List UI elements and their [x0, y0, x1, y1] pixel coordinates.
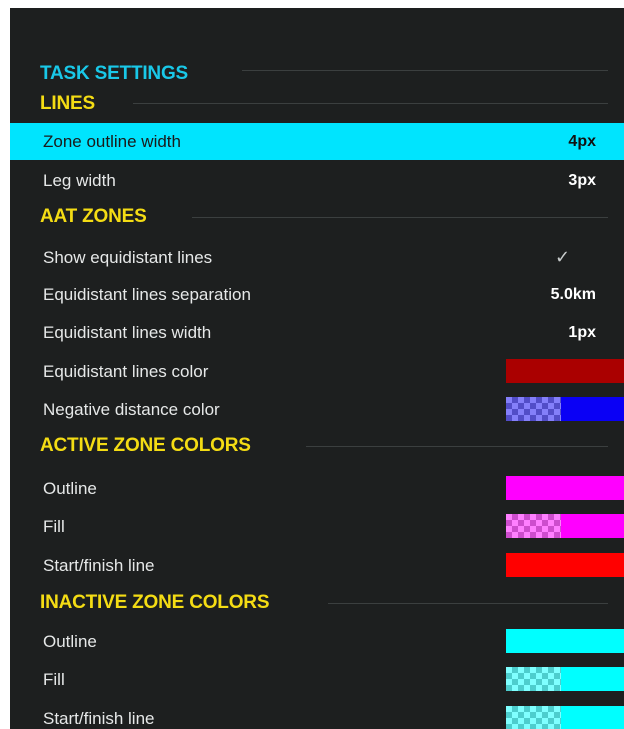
solid-color-preview — [561, 667, 624, 691]
section-header-lines: LINES — [40, 93, 95, 114]
aat-zones-divider — [192, 217, 608, 218]
setting-label: Start/finish line — [43, 556, 155, 575]
color-swatch[interactable] — [506, 553, 624, 577]
setting-row-active-outline[interactable]: Outline — [10, 470, 624, 507]
setting-row-equidistant-lines-width[interactable]: Equidistant lines width 1px — [10, 314, 624, 351]
setting-label: Leg width — [43, 171, 116, 190]
color-swatch[interactable] — [506, 397, 624, 421]
setting-label: Fill — [43, 670, 65, 689]
solid-color-preview — [561, 514, 624, 538]
setting-row-zone-outline-width[interactable]: Zone outline width 4px — [10, 123, 624, 160]
setting-value: 3px — [568, 172, 596, 189]
setting-label: Show equidistant lines — [43, 248, 213, 267]
section-header-inactive-zone-colors: INACTIVE ZONE COLORS — [40, 592, 270, 613]
task-settings-panel: TASK SETTINGS LINES Zone outline width 4… — [10, 8, 624, 729]
title-divider — [242, 70, 608, 71]
setting-value: 1px — [568, 324, 596, 341]
color-swatch[interactable] — [506, 706, 624, 729]
color-swatch[interactable] — [506, 476, 624, 500]
setting-label: Fill — [43, 517, 65, 536]
setting-row-equidistant-lines-separation[interactable]: Equidistant lines separation 5.0km — [10, 276, 624, 313]
setting-row-negative-distance-color[interactable]: Negative distance color — [10, 391, 624, 428]
translucent-color-preview — [506, 667, 561, 691]
setting-row-inactive-start-finish-line[interactable]: Start/finish line — [10, 700, 624, 729]
setting-label: Equidistant lines color — [43, 362, 209, 381]
setting-row-active-fill[interactable]: Fill — [10, 508, 624, 545]
translucent-color-preview — [506, 397, 561, 421]
section-header-active-zone-colors: ACTIVE ZONE COLORS — [40, 435, 251, 456]
setting-label: Outline — [43, 632, 97, 651]
page-title: TASK SETTINGS — [40, 63, 188, 84]
solid-color-preview — [506, 359, 624, 383]
setting-label: Start/finish line — [43, 709, 155, 728]
solid-color-preview — [506, 476, 624, 500]
translucent-color-preview — [506, 706, 561, 729]
setting-label: Outline — [43, 479, 97, 498]
solid-color-preview — [506, 629, 624, 653]
setting-label: Zone outline width — [43, 132, 181, 151]
solid-color-preview — [561, 706, 624, 729]
color-swatch[interactable] — [506, 514, 624, 538]
active-zone-colors-divider — [306, 446, 608, 447]
solid-color-preview — [561, 397, 624, 421]
translucent-color-preview — [506, 514, 561, 538]
setting-label: Equidistant lines separation — [43, 285, 251, 304]
setting-label: Negative distance color — [43, 400, 220, 419]
setting-value: 5.0km — [550, 286, 596, 303]
setting-value: 4px — [568, 133, 596, 150]
checkmark-icon: ✓ — [555, 247, 571, 267]
setting-row-inactive-fill[interactable]: Fill — [10, 661, 624, 698]
setting-row-equidistant-lines-color[interactable]: Equidistant lines color — [10, 353, 624, 390]
color-swatch[interactable] — [506, 667, 624, 691]
setting-row-show-equidistant-lines[interactable]: Show equidistant lines ✓ — [10, 239, 624, 276]
setting-row-inactive-outline[interactable]: Outline — [10, 623, 624, 660]
inactive-zone-colors-divider — [328, 603, 608, 604]
lines-divider — [133, 103, 608, 104]
setting-row-leg-width[interactable]: Leg width 3px — [10, 162, 624, 199]
setting-label: Equidistant lines width — [43, 323, 212, 342]
color-swatch[interactable] — [506, 359, 624, 383]
solid-color-preview — [506, 553, 624, 577]
section-header-aat-zones: AAT ZONES — [40, 206, 147, 227]
setting-row-active-start-finish-line[interactable]: Start/finish line — [10, 547, 624, 584]
color-swatch[interactable] — [506, 629, 624, 653]
